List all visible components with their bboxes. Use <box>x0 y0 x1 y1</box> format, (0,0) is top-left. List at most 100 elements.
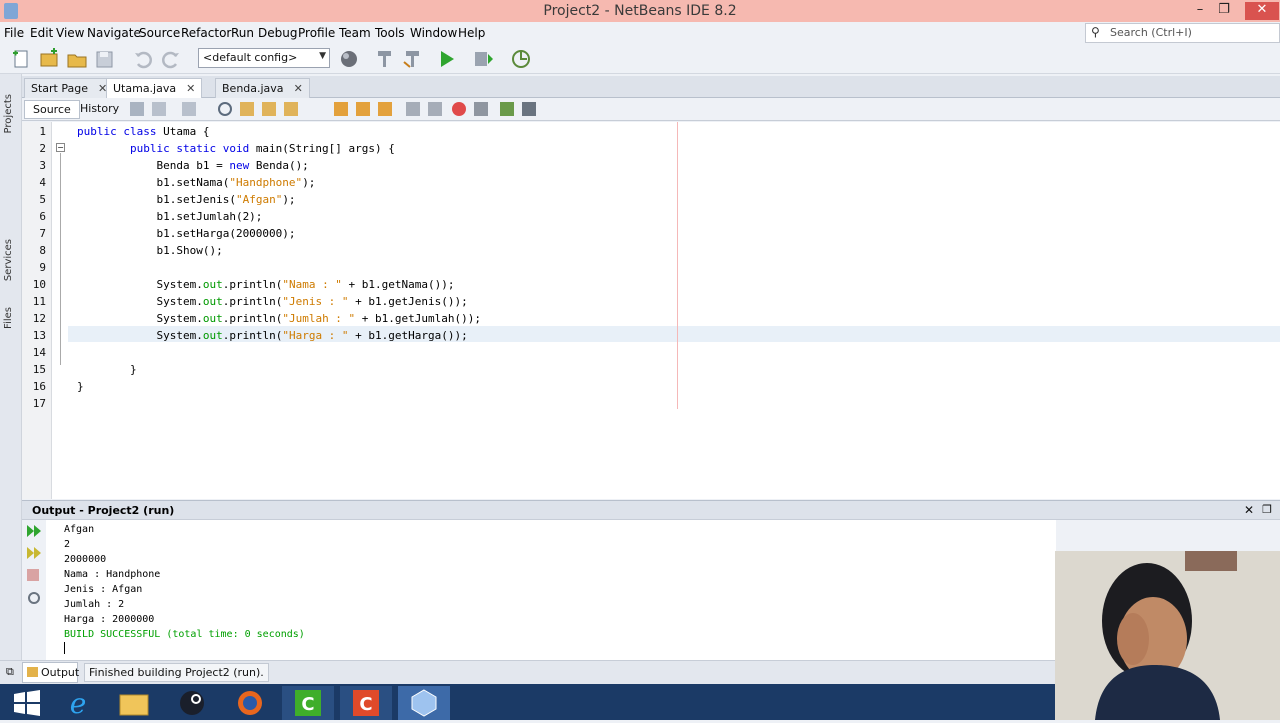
stop-icon[interactable] <box>26 568 40 585</box>
menu-file[interactable]: File <box>4 26 24 40</box>
menu-source[interactable]: Source <box>139 26 180 40</box>
steam-icon[interactable] <box>166 686 218 720</box>
code-token: public class <box>77 125 164 138</box>
code-token: "Nama : " <box>282 278 342 291</box>
clean-build-icon[interactable] <box>402 48 424 70</box>
line-number: 13 <box>32 329 46 342</box>
code-token: Benda b1 = <box>77 159 230 172</box>
code-token: out <box>202 295 223 308</box>
shift-right-icon[interactable] <box>428 102 442 116</box>
menu-profile[interactable]: Profile <box>298 26 335 40</box>
last-edit-icon[interactable] <box>130 102 144 116</box>
toggle-bookmark-icon[interactable] <box>378 102 392 116</box>
internet-explorer-icon[interactable]: e <box>52 686 104 720</box>
close-tab-icon[interactable]: ✕ <box>186 82 195 95</box>
line-number: 14 <box>32 346 46 359</box>
code-token: + b1.getHarga()); <box>348 329 468 342</box>
build-status-line: BUILD SUCCESSFUL (total time: 0 seconds) <box>64 629 305 640</box>
menu-window[interactable]: Window <box>410 26 457 40</box>
debug-project-icon[interactable] <box>472 48 494 70</box>
next-bookmark-icon[interactable] <box>356 102 370 116</box>
code-token: + b1.getNama()); <box>341 278 455 291</box>
camtasia-recorder-icon[interactable]: C <box>282 686 334 720</box>
line-number: 10 <box>32 278 46 291</box>
camtasia-studio-icon[interactable]: C <box>340 686 392 720</box>
file-explorer-icon[interactable] <box>108 686 160 720</box>
code-line: System.out.println("Jenis : " + b1.getJe… <box>77 295 467 308</box>
projects-panel-tab[interactable]: Projects <box>3 94 14 133</box>
uncomment-icon[interactable] <box>522 102 536 116</box>
code-token: main(String[] args) { <box>255 142 395 155</box>
fold-toggle-icon[interactable]: − <box>56 143 65 152</box>
find-previous-icon[interactable] <box>240 102 254 116</box>
menu-help[interactable]: Help <box>458 26 485 40</box>
code-token: .println( <box>222 329 283 342</box>
new-file-icon[interactable] <box>10 48 32 70</box>
stop-macro-icon[interactable] <box>474 102 488 116</box>
output-line: Afgan <box>64 524 95 535</box>
save-all-icon[interactable] <box>94 48 116 70</box>
new-project-icon[interactable] <box>38 48 60 70</box>
forward-icon[interactable] <box>182 102 196 116</box>
menu-view[interactable]: View <box>56 26 84 40</box>
start-macro-icon[interactable] <box>452 102 466 116</box>
back-icon[interactable] <box>152 102 166 116</box>
find-icon[interactable] <box>218 102 232 116</box>
settings-icon[interactable] <box>26 590 42 609</box>
code-token: b1.Show(); <box>77 244 223 257</box>
code-token: b1.setNama( <box>77 176 230 189</box>
close-button[interactable]: ✕ <box>1245 2 1279 20</box>
toggle-highlight-icon[interactable] <box>284 102 298 116</box>
text-cursor <box>64 642 65 654</box>
menu-team[interactable]: Team <box>339 26 371 40</box>
restore-window-icon[interactable]: ⧉ <box>6 665 14 679</box>
rerun-icon[interactable] <box>26 524 42 541</box>
line-number: 15 <box>32 363 46 376</box>
code-line: System.out.println("Nama : " + b1.getNam… <box>77 278 455 291</box>
files-panel-tab[interactable]: Files <box>3 307 14 329</box>
rerun-with-parameters-icon[interactable] <box>26 546 42 563</box>
menu-tools[interactable]: Tools <box>375 26 405 40</box>
globe-icon[interactable] <box>338 48 360 70</box>
restore-output-icon[interactable]: ❐ <box>1262 503 1272 516</box>
tab-start-page[interactable]: Start Page ✕ <box>24 78 115 98</box>
menu-refactor[interactable]: Refactor <box>181 26 231 40</box>
windows-start-icon[interactable] <box>0 686 52 720</box>
undo-icon[interactable] <box>132 48 154 70</box>
line-number: 1 <box>39 125 46 138</box>
redo-icon[interactable] <box>160 48 182 70</box>
output-console[interactable]: Afgan 2 2000000 Nama : Handphone Jenis :… <box>46 520 1056 660</box>
menu-debug[interactable]: Debug <box>258 26 297 40</box>
tab-utama-java[interactable]: Utama.java ✕ <box>106 78 203 98</box>
previous-bookmark-icon[interactable] <box>334 102 348 116</box>
code-token: } <box>77 380 84 393</box>
code-token: out <box>202 329 223 342</box>
shift-left-icon[interactable] <box>406 102 420 116</box>
output-line: 2 <box>64 539 71 550</box>
code-token: System. <box>77 312 203 325</box>
run-project-icon[interactable] <box>436 48 458 70</box>
netbeans-task-icon[interactable] <box>398 686 450 720</box>
svg-text:C: C <box>301 694 314 715</box>
tab-benda-java[interactable]: Benda.java ✕ <box>215 78 310 98</box>
search-box[interactable]: ⚲ Search (Ctrl+I) <box>1085 23 1280 43</box>
open-project-icon[interactable] <box>66 48 88 70</box>
comment-icon[interactable] <box>500 102 514 116</box>
find-next-icon[interactable] <box>262 102 276 116</box>
output-tab-button[interactable]: Output <box>22 662 79 683</box>
menu-navigate[interactable]: Navigate <box>87 26 141 40</box>
services-panel-tab[interactable]: Services <box>3 239 14 281</box>
line-number: 9 <box>39 261 46 274</box>
history-view-button[interactable]: History <box>72 100 127 119</box>
menu-run[interactable]: Run <box>231 26 254 40</box>
firefox-icon[interactable] <box>224 686 276 720</box>
build-hammer-icon[interactable] <box>374 48 396 70</box>
configuration-select[interactable]: <default config> ▼ <box>198 48 330 68</box>
code-editor[interactable]: 1 2 3 4 5 6 7 8 9 10 11 12 13 14 15 16 17 − public class… <box>22 122 1280 499</box>
profile-project-icon[interactable] <box>510 48 532 70</box>
close-tab-icon[interactable]: ✕ <box>294 82 303 95</box>
maximize-button[interactable]: ❐ <box>1210 2 1238 20</box>
close-output-icon[interactable]: ✕ <box>1244 503 1254 517</box>
code-line: b1.setHarga(2000000); <box>77 227 295 240</box>
menu-edit[interactable]: Edit <box>30 26 53 40</box>
